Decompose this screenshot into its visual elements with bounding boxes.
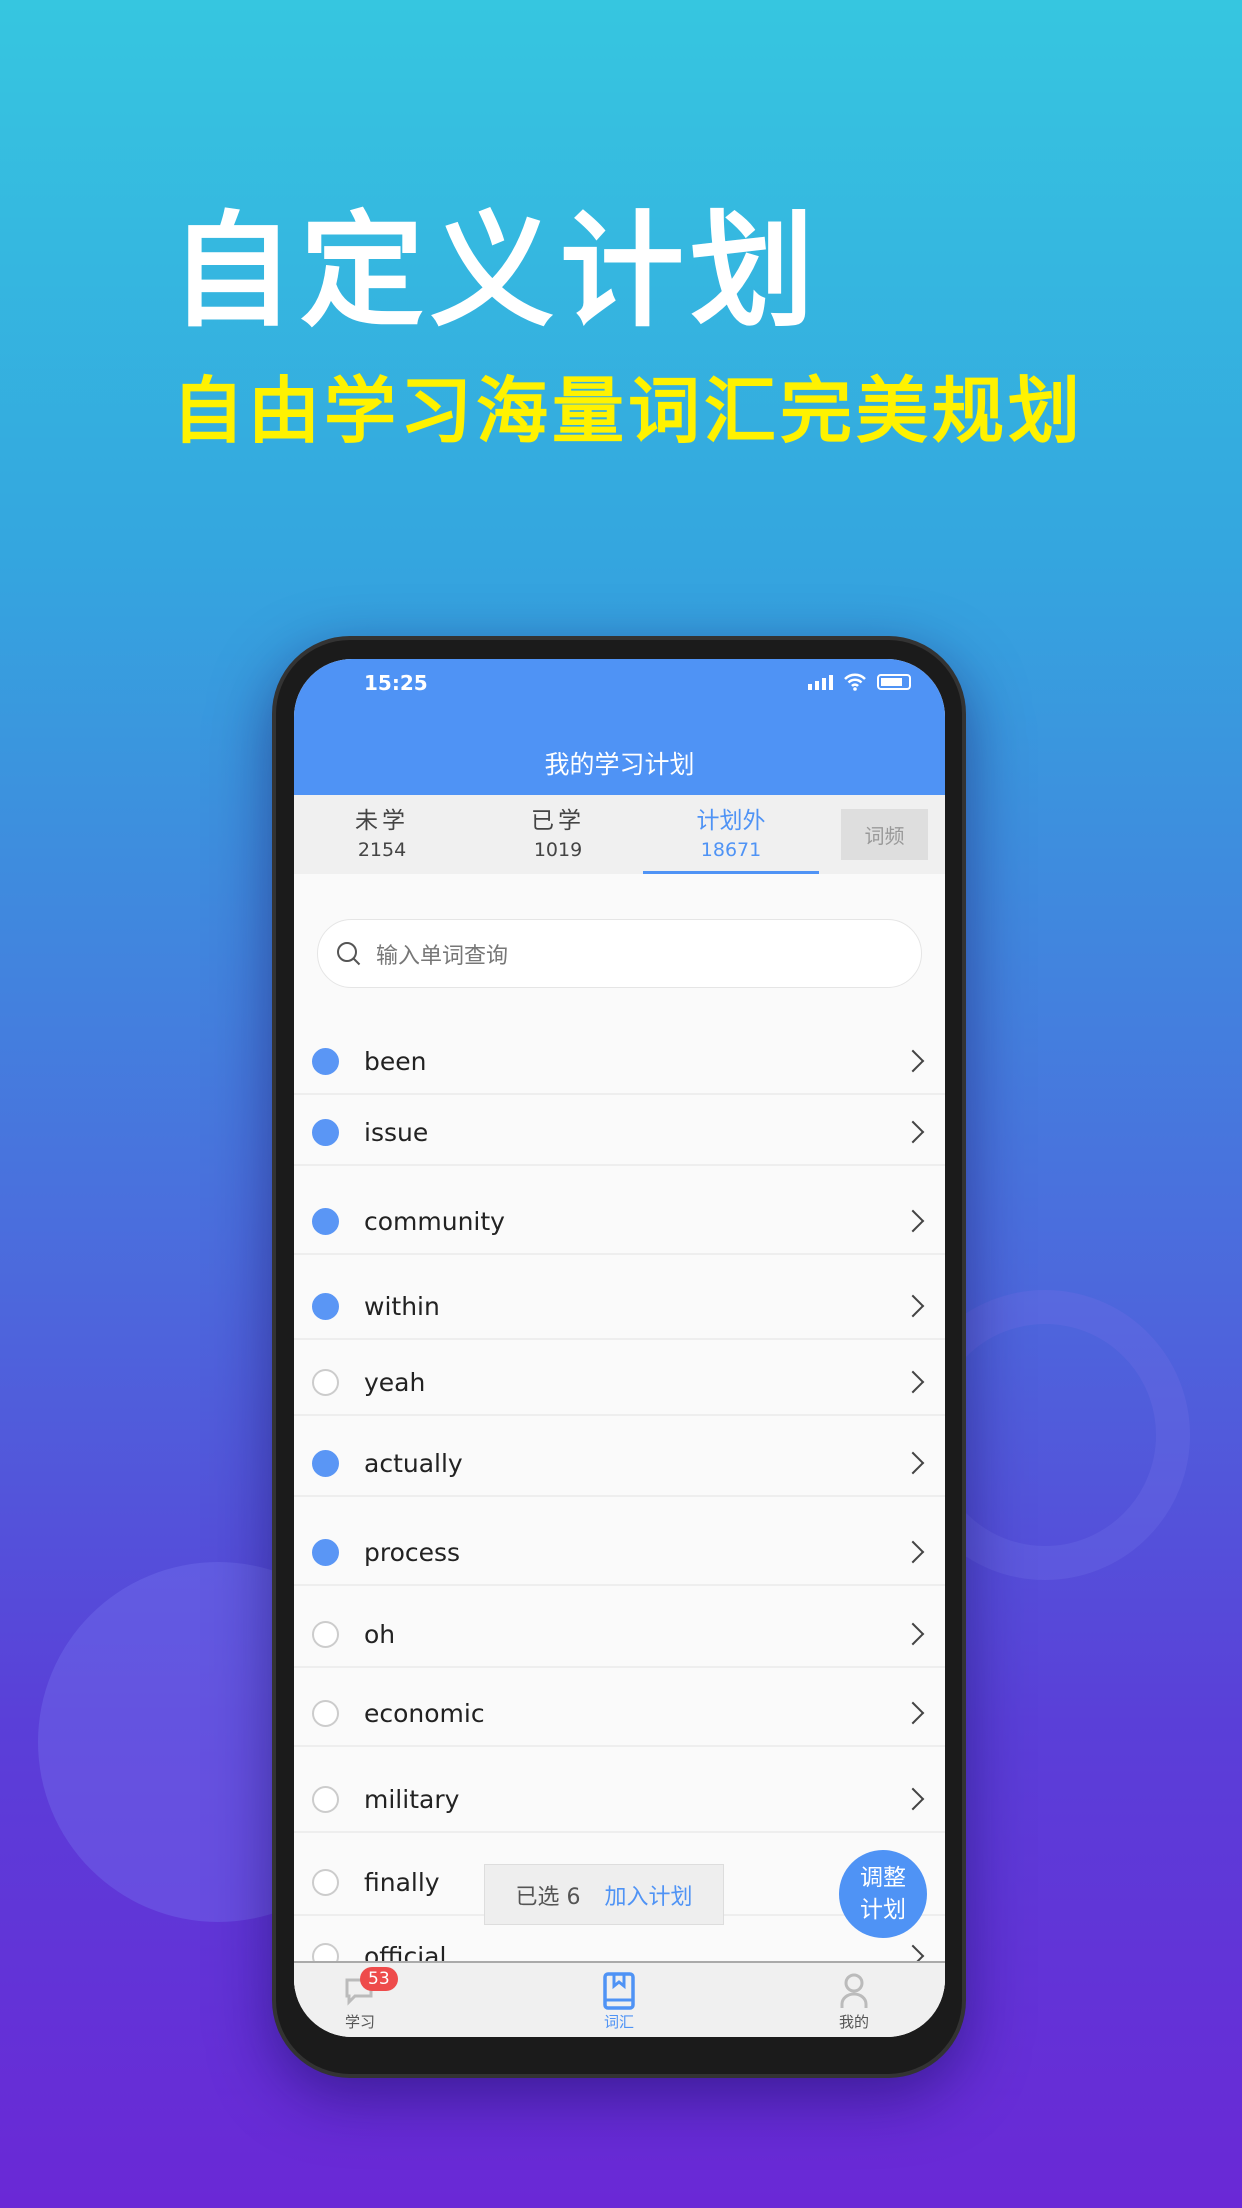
app-header: 15:25 我的学习计划 [294,659,945,795]
fab-label-line2: 计划 [860,1897,906,1923]
select-radio[interactable] [312,1368,339,1396]
chevron-right-icon [901,1540,925,1564]
tab-bar: 未学 2154 已学 1019 计划外 18671 词频 [294,795,945,874]
word-row[interactable]: process [294,1520,945,1586]
word-text: process [364,1537,461,1567]
word-text: economic [364,1698,485,1728]
chevron-right-icon [901,1787,925,1811]
word-row[interactable]: actually [294,1431,945,1497]
hero-subtitle: 自由学习海量词汇完美规划 [172,369,1085,453]
word-text: military [364,1784,460,1814]
fab-label-line1: 调整 [860,1865,906,1891]
search-input[interactable]: 输入单词查询 [317,919,922,988]
word-row[interactable]: within [294,1274,945,1340]
wifi-icon [844,673,866,691]
select-radio[interactable] [312,1047,339,1075]
word-row[interactable]: economic [294,1681,945,1747]
tab-count: 1019 [533,839,583,861]
selected-count: 已选 6 [515,1884,581,1910]
chevron-right-icon [901,1370,925,1394]
nav-label: 我的 [838,2013,869,2031]
word-text: yeah [364,1367,426,1397]
nav-vocabulary[interactable]: 词汇 [559,1971,679,2032]
chevron-right-icon [901,1622,925,1646]
status-time: 15:25 [364,671,428,695]
nav-label: 学习 [344,2013,375,2031]
word-row[interactable]: yeah [294,1350,945,1416]
notification-badge: 53 [360,1967,398,1991]
frequency-sort-button[interactable]: 词频 [841,809,928,860]
word-row[interactable]: military [294,1767,945,1833]
tab-count: 2154 [357,839,407,861]
select-radio[interactable] [312,1699,339,1727]
selection-bar: 已选 6 加入计划 [484,1864,724,1925]
active-tab-indicator [643,871,819,874]
tab-out-of-plan[interactable]: 计划外 18671 [643,801,819,861]
select-radio[interactable] [312,1785,339,1813]
select-radio[interactable] [312,1538,339,1566]
hero-title: 自定义计划 [170,199,821,344]
word-row[interactable]: issue [294,1100,945,1166]
word-text: community [364,1206,505,1236]
tab-unlearned[interactable]: 未学 2154 [294,801,470,861]
signal-icon [808,674,833,690]
select-radio[interactable] [312,1868,339,1896]
word-text: oh [364,1619,396,1649]
nav-profile[interactable]: 我的 [794,1971,914,2032]
word-row[interactable]: been [294,1029,945,1095]
add-to-plan-button[interactable]: 加入计划 [604,1879,692,1911]
chevron-right-icon [901,1120,925,1144]
nav-label: 词汇 [603,2013,634,2031]
status-icons [808,673,911,691]
book-icon [603,1972,635,2010]
select-radio[interactable] [312,1292,339,1320]
chevron-right-icon [901,1294,925,1318]
word-row[interactable]: community [294,1189,945,1255]
word-text: issue [364,1117,429,1147]
user-icon [840,1973,868,2008]
chevron-right-icon [901,1701,925,1725]
tab-learned[interactable]: 已学 1019 [470,801,646,861]
select-radio[interactable] [312,1118,339,1146]
tab-label: 未学 [355,808,409,834]
chevron-right-icon [901,1049,925,1073]
search-icon [337,941,361,965]
nav-study[interactable]: 53 学习 [300,1967,420,2032]
bottom-nav: 53 学习 词汇 我的 [294,1961,945,2037]
tab-label: 已学 [531,808,585,834]
chevron-right-icon [901,1209,925,1233]
tab-label: 计划外 [696,808,766,834]
adjust-plan-button[interactable]: 调整 计划 [839,1850,927,1938]
word-text: within [364,1291,440,1321]
tab-count: 18671 [700,839,762,861]
select-radio[interactable] [312,1207,339,1235]
chevron-right-icon [901,1451,925,1475]
app-screen: 15:25 我的学习计划 未学 2154 已学 1019 计划外 18671 词频 输… [294,659,945,2037]
select-radio[interactable] [312,1449,339,1477]
search-placeholder: 输入单词查询 [376,943,509,969]
word-text: been [364,1046,427,1076]
word-text: finally [364,1867,440,1897]
page-title: 我的学习计划 [544,750,695,779]
word-text: actually [364,1448,463,1478]
word-row[interactable]: oh [294,1602,945,1668]
battery-icon [877,674,911,690]
select-radio[interactable] [312,1620,339,1648]
